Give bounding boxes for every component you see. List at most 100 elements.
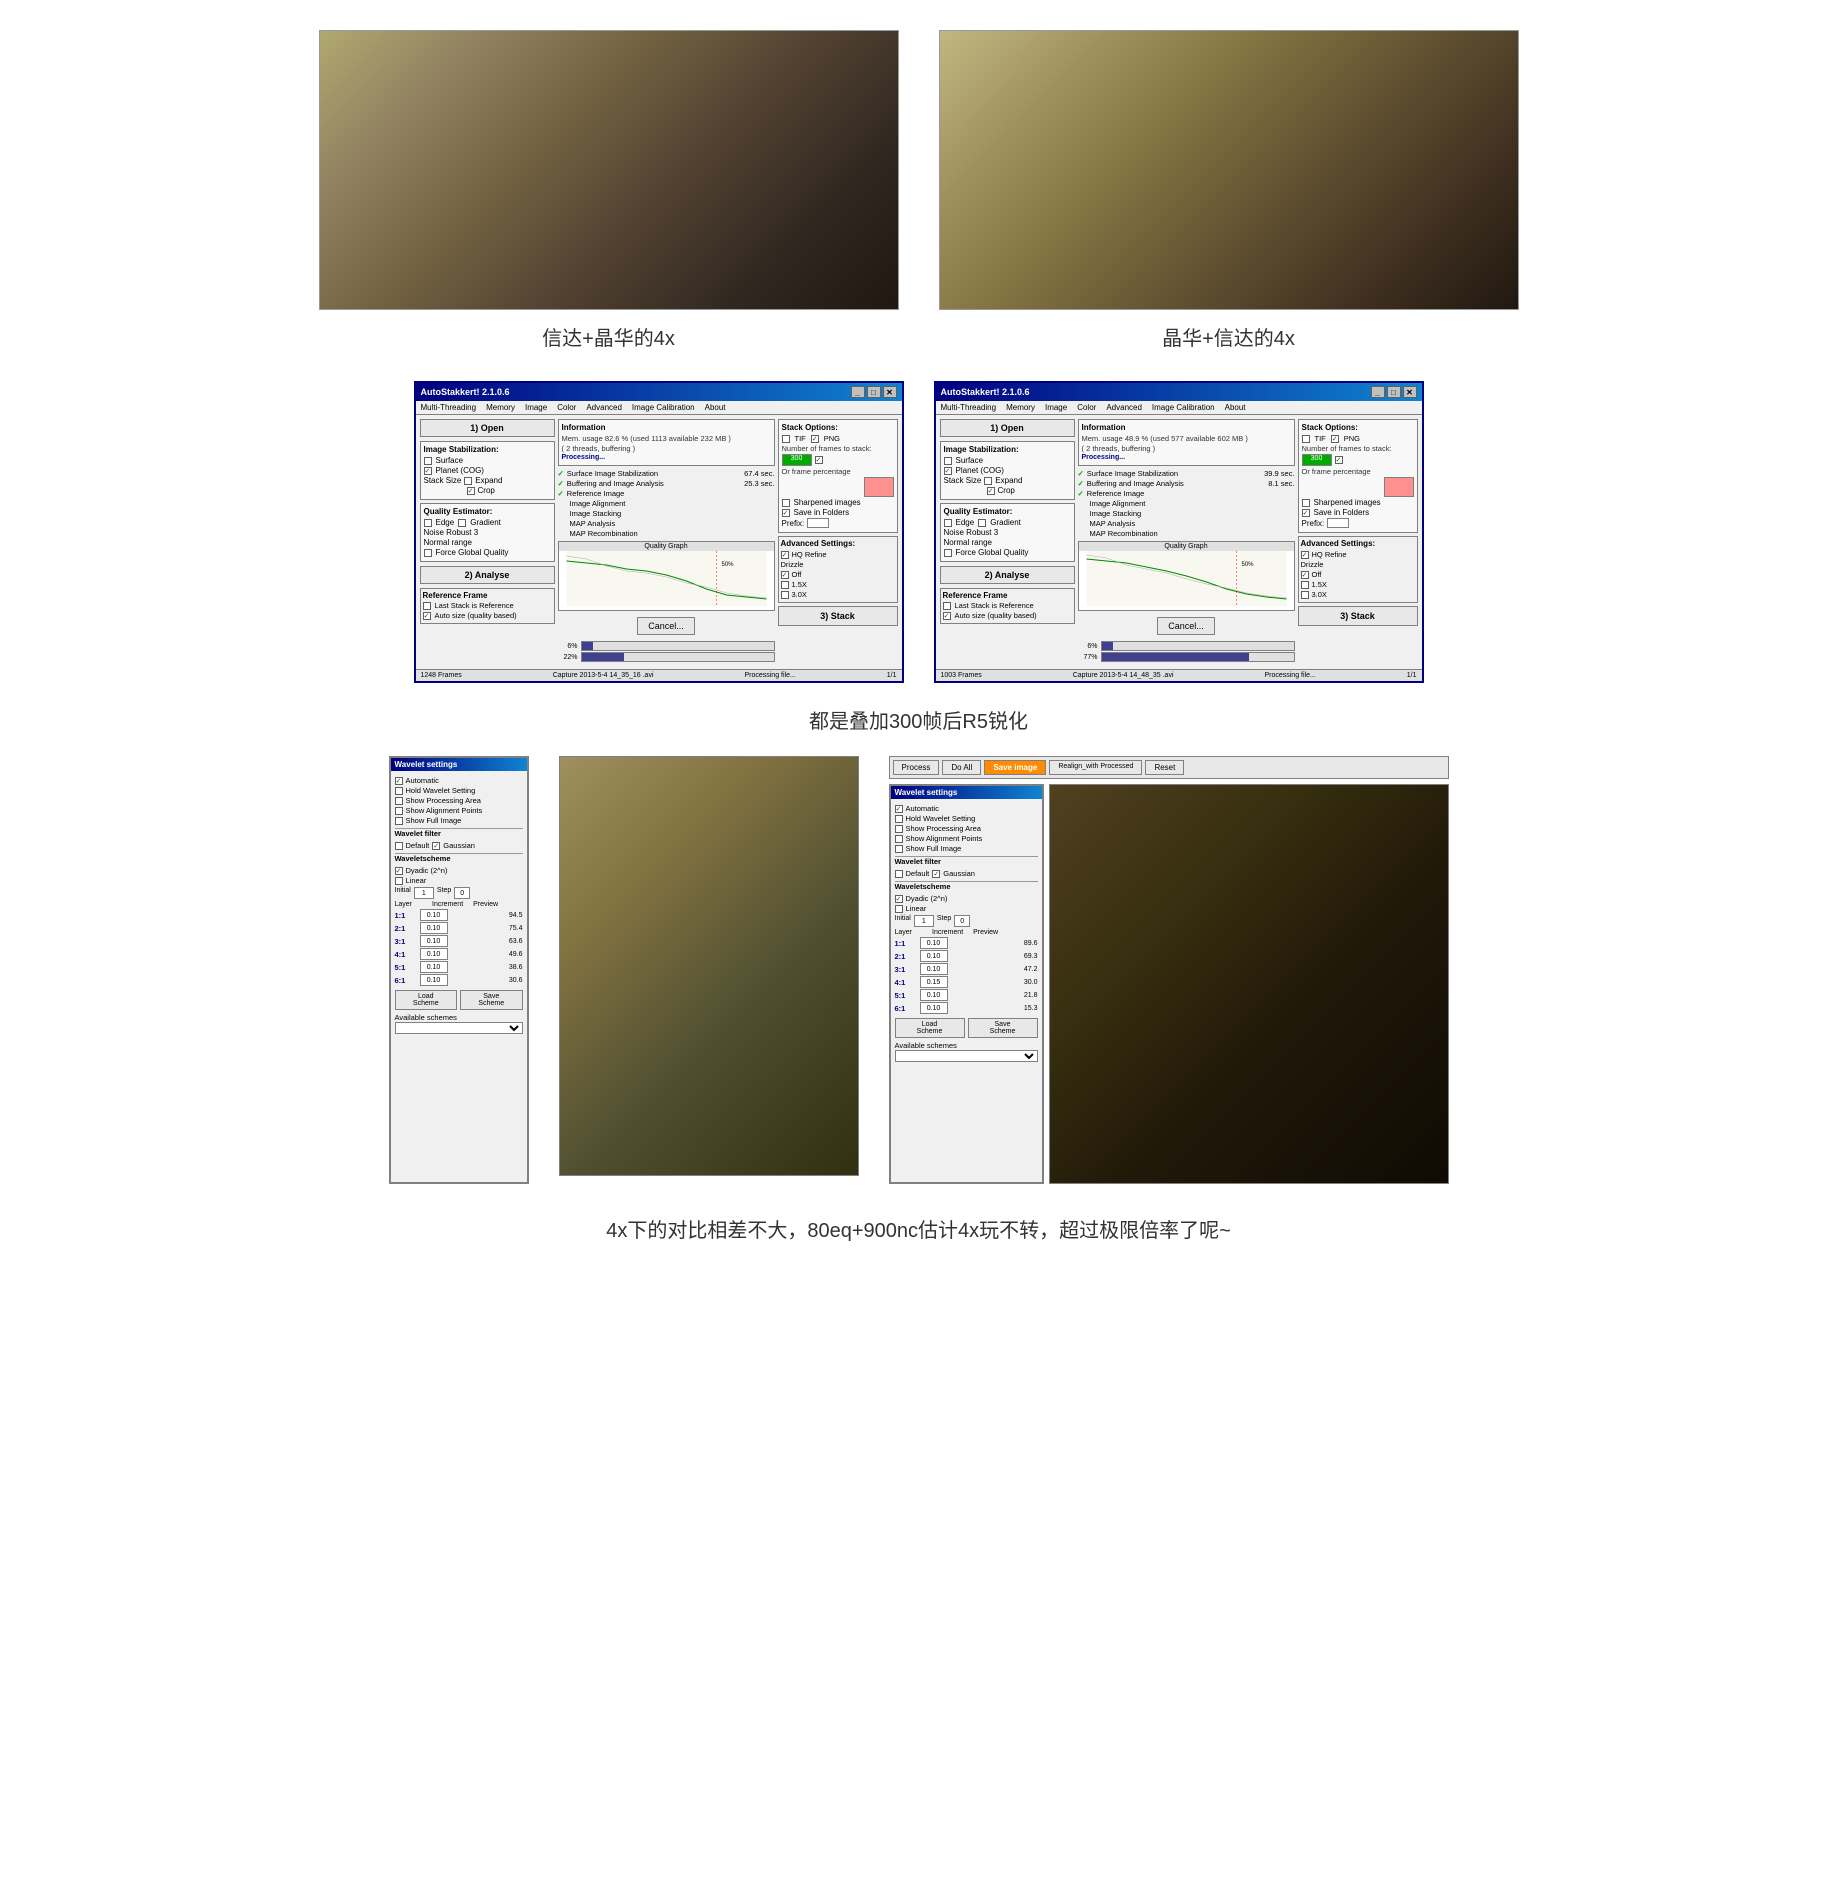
wav-layer-step-2[interactable] (920, 963, 948, 975)
menu-advanced[interactable]: Advanced (586, 403, 622, 412)
wav-left-linear-radio[interactable] (395, 877, 403, 885)
r-menu-memory[interactable]: Memory (1006, 403, 1035, 412)
wav-right-save-btn[interactable]: SaveScheme (968, 1018, 1038, 1038)
as-left-maximize-btn[interactable]: □ (867, 386, 881, 398)
as-right-frames-check[interactable] (1335, 456, 1343, 464)
wav-layer-step-1[interactable] (920, 950, 948, 962)
wav-left-initial-input[interactable] (414, 887, 434, 899)
wav-left-dyadic-radio[interactable] (395, 867, 403, 875)
wav-right-step-input[interactable] (954, 915, 970, 927)
tab-realign[interactable]: Realign_with Processed (1049, 760, 1142, 775)
tab-process[interactable]: Process (893, 760, 940, 775)
as-left-3-0x-radio[interactable] (781, 591, 789, 599)
as-left-planet-radio[interactable] (424, 467, 432, 475)
r-menu-advanced[interactable]: Advanced (1106, 403, 1142, 412)
as-left-close-btn[interactable]: ✕ (883, 386, 897, 398)
as-left-analyse-btn[interactable]: 2) Analyse (420, 566, 555, 584)
wav-left-step-input[interactable] (454, 887, 470, 899)
as-right-off-radio[interactable] (1301, 571, 1309, 579)
as-left-crop-radio[interactable] (467, 487, 475, 495)
wav-left-showf-check[interactable] (395, 817, 403, 825)
as-left-edge-radio[interactable] (424, 519, 432, 527)
wav-layer-step-0[interactable] (420, 909, 448, 921)
as-right-png-check[interactable] (1331, 435, 1339, 443)
wav-right-dyadic-radio[interactable] (895, 895, 903, 903)
wav-right-gaussian-radio[interactable] (932, 870, 940, 878)
as-right-edge-radio[interactable] (944, 519, 952, 527)
as-right-force-check[interactable] (944, 549, 952, 557)
as-right-frames-val[interactable]: 300 (1302, 454, 1332, 466)
as-right-analyse-btn[interactable]: 2) Analyse (940, 566, 1075, 584)
r-menu-about[interactable]: About (1225, 403, 1246, 412)
as-left-save-check[interactable] (782, 509, 790, 517)
menu-color[interactable]: Color (557, 403, 576, 412)
as-left-png-check[interactable] (811, 435, 819, 443)
as-right-expand-radio[interactable] (984, 477, 992, 485)
tab-reset[interactable]: Reset (1145, 760, 1184, 775)
wav-right-load-btn[interactable]: LoadScheme (895, 1018, 965, 1038)
as-left-open-btn[interactable]: 1) Open (420, 419, 555, 437)
wav-layer-step-4[interactable] (920, 989, 948, 1001)
r-menu-image[interactable]: Image (1045, 403, 1067, 412)
as-right-hq-check[interactable] (1301, 551, 1309, 559)
menu-calibration[interactable]: Image Calibration (632, 403, 695, 412)
wav-layer-step-5[interactable] (420, 974, 448, 986)
as-left-laststack-check[interactable] (423, 602, 431, 610)
as-right-save-check[interactable] (1302, 509, 1310, 517)
as-left-prefix-input[interactable] (807, 518, 829, 528)
wav-layer-step-3[interactable] (420, 948, 448, 960)
wav-layer-step-0[interactable] (920, 937, 948, 949)
as-left-autosize-check[interactable] (423, 612, 431, 620)
wav-left-load-btn[interactable]: LoadScheme (395, 990, 458, 1010)
as-right-cancel-btn[interactable]: Cancel... (1157, 617, 1215, 635)
as-left-frames-check[interactable] (815, 456, 823, 464)
tab-do-all[interactable]: Do All (942, 760, 981, 775)
as-right-minimize-btn[interactable]: _ (1371, 386, 1385, 398)
as-left-frames-val[interactable]: 300 (782, 454, 812, 466)
menu-about[interactable]: About (705, 403, 726, 412)
as-left-tif-check[interactable] (782, 435, 790, 443)
wav-right-default-radio[interactable] (895, 870, 903, 878)
as-left-expand-radio[interactable] (464, 477, 472, 485)
wav-left-gaussian-radio[interactable] (432, 842, 440, 850)
wav-layer-step-5[interactable] (920, 1002, 948, 1014)
as-right-prefix-input[interactable] (1327, 518, 1349, 528)
as-right-maximize-btn[interactable]: □ (1387, 386, 1401, 398)
as-right-open-btn[interactable]: 1) Open (940, 419, 1075, 437)
as-right-sharpened-check[interactable] (1302, 499, 1310, 507)
wav-right-initial-input[interactable] (914, 915, 934, 927)
as-left-off-radio[interactable] (781, 571, 789, 579)
r-menu-calibration[interactable]: Image Calibration (1152, 403, 1215, 412)
menu-multithreading[interactable]: Multi-Threading (421, 403, 477, 412)
wav-left-hold-check[interactable] (395, 787, 403, 795)
as-left-minimize-btn[interactable]: _ (851, 386, 865, 398)
as-right-crop-radio[interactable] (987, 487, 995, 495)
as-right-surface-radio[interactable] (944, 457, 952, 465)
as-left-gradient-radio[interactable] (458, 519, 466, 527)
wav-layer-step-3[interactable] (920, 976, 948, 988)
as-right-close-btn[interactable]: ✕ (1403, 386, 1417, 398)
as-right-1-5x-radio[interactable] (1301, 581, 1309, 589)
wav-left-showp-check[interactable] (395, 797, 403, 805)
as-right-autosize-check[interactable] (943, 612, 951, 620)
wav-right-showf-check[interactable] (895, 845, 903, 853)
wav-left-save-btn[interactable]: SaveScheme (460, 990, 523, 1010)
wav-right-showa-check[interactable] (895, 835, 903, 843)
wav-right-auto-check[interactable] (895, 805, 903, 813)
wav-layer-step-2[interactable] (420, 935, 448, 947)
r-menu-color[interactable]: Color (1077, 403, 1096, 412)
as-left-sharpened-check[interactable] (782, 499, 790, 507)
as-right-gradient-radio[interactable] (978, 519, 986, 527)
wav-layer-step-1[interactable] (420, 922, 448, 934)
as-left-stack-btn[interactable]: 3) Stack (778, 606, 898, 626)
tab-save-image[interactable]: Save image (984, 760, 1046, 775)
wav-left-default-radio[interactable] (395, 842, 403, 850)
r-menu-multithreading[interactable]: Multi-Threading (941, 403, 997, 412)
menu-image[interactable]: Image (525, 403, 547, 412)
as-left-hq-check[interactable] (781, 551, 789, 559)
wav-right-showp-check[interactable] (895, 825, 903, 833)
menu-memory[interactable]: Memory (486, 403, 515, 412)
as-left-1-5x-radio[interactable] (781, 581, 789, 589)
as-right-laststack-check[interactable] (943, 602, 951, 610)
as-right-stack-btn[interactable]: 3) Stack (1298, 606, 1418, 626)
